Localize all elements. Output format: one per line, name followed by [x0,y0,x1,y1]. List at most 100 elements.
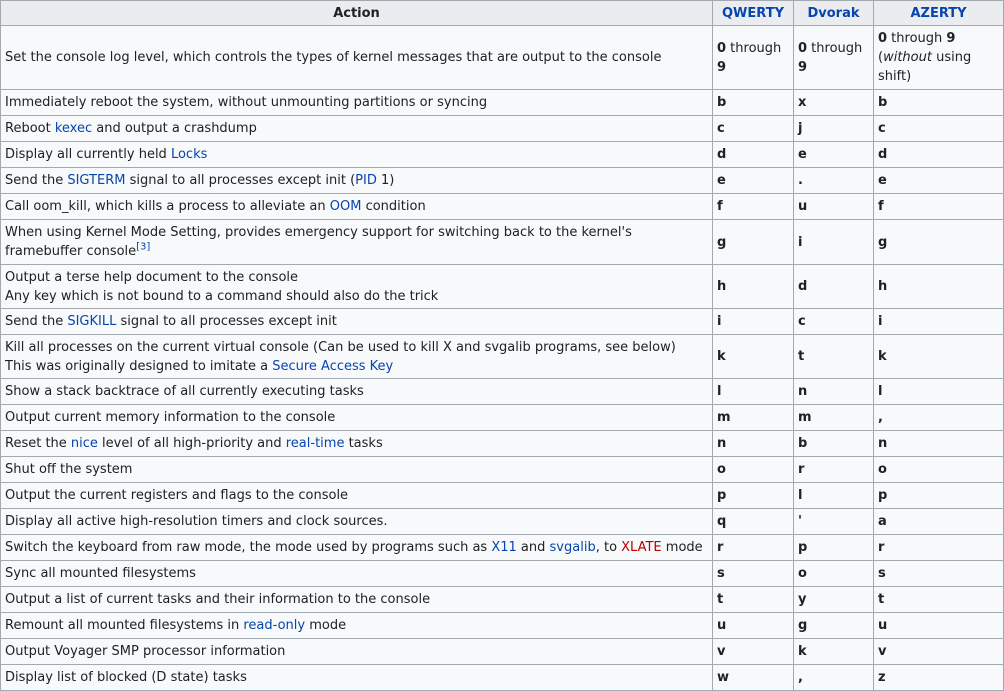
action-cell: Output Voyager SMP processor information [0,638,713,665]
qwerty-key-cell: v [712,638,794,665]
action-cell: Show a stack backtrace of all currently … [0,378,713,405]
header-qwerty[interactable]: QWERTY [712,0,794,26]
table-row: Reset the nice level of all high-priorit… [0,430,1004,457]
azerty-key-cell: g [873,219,1004,265]
sigkill-link[interactable]: SIGKILL [67,314,116,329]
action-cell: Display list of blocked (D state) tasks [0,664,713,691]
dvorak-key-cell: , [793,664,874,691]
qwerty-key-cell: i [712,308,794,335]
table-row: Output a terse help document to the cons… [0,264,1004,309]
action-text: mode [305,618,347,633]
table-row: Send the SIGKILL signal to all processes… [0,308,1004,335]
azerty-key-cell: h [873,264,1004,309]
table-row: Display all currently held Locks d e d [0,141,1004,168]
azerty-key-cell: s [873,560,1004,587]
table-row: Output a list of current tasks and their… [0,586,1004,613]
action-text: When using Kernel Mode Setting, provides… [5,225,632,259]
key-through: through [807,40,863,56]
table-row: Switch the keyboard from raw mode, the m… [0,534,1004,561]
azerty-key-cell: f [873,193,1004,220]
action-cell: Send the SIGKILL signal to all processes… [0,308,713,335]
locks-link[interactable]: Locks [171,147,207,162]
azerty-key-cell: t [873,586,1004,613]
header-dvorak[interactable]: Dvorak [793,0,874,26]
sigterm-link[interactable]: SIGTERM [67,173,125,188]
dvorak-key-cell: b [793,430,874,457]
action-text: Reset the [5,436,71,451]
secure-access-key-link[interactable]: Secure Access Key [272,359,393,374]
read-only-link[interactable]: read-only [243,618,305,633]
dvorak-key-cell: n [793,378,874,405]
dvorak-key-cell: t [793,334,874,379]
table-row: Display all active high-resolution timer… [0,508,1004,535]
key-to: 9 [946,31,956,46]
action-cell: Display all currently held Locks [0,141,713,168]
citation-link[interactable]: [3] [136,242,150,253]
table-row: Reboot kexec and output a crashdump c j … [0,115,1004,142]
xlate-redlink[interactable]: XLATE [621,540,662,555]
azerty-key-cell: i [873,308,1004,335]
header-azerty[interactable]: AZERTY [873,0,1004,26]
key-from: 0 [878,31,888,46]
action-text: Send the [5,173,68,188]
table-row: Set the console log level, which control… [0,25,1004,90]
kexec-link[interactable]: kexec [55,121,92,136]
table-row: Show a stack backtrace of all currently … [0,378,1004,405]
qwerty-key-cell: b [712,89,794,116]
table-row: Call oom_kill, which kills a process to … [0,193,1004,220]
dvorak-key-cell: p [793,534,874,561]
action-text: Reboot [5,121,55,136]
azerty-key-cell: p [873,482,1004,509]
dvorak-key-cell: e [793,141,874,168]
dvorak-key-cell: k [793,638,874,665]
azerty-key-cell: e [873,167,1004,194]
azerty-key-cell: n [873,430,1004,457]
table-row: Display list of blocked (D state) tasks … [0,664,1004,691]
azerty-key-cell: u [873,612,1004,639]
action-cell: Kill all processes on the current virtua… [0,334,713,379]
key-through: through [726,40,782,56]
action-cell: Remount all mounted filesystems in read-… [0,612,713,639]
qwerty-key-cell: n [712,430,794,457]
without-note: without [883,50,932,65]
action-cell: Call oom_kill, which kills a process to … [0,193,713,220]
azerty-key-cell: c [873,115,1004,142]
qwerty-key-cell: f [712,193,794,220]
action-text: condition [361,199,426,214]
action-cell: Reboot kexec and output a crashdump [0,115,713,142]
dvorak-key-cell: d [793,264,874,309]
key-from: 0 [717,40,727,56]
nice-link[interactable]: nice [71,436,98,451]
qwerty-key-cell: e [712,167,794,194]
action-cell: Output the current registers and flags t… [0,482,713,509]
x11-link[interactable]: X11 [491,540,516,555]
table-row: Kill all processes on the current virtua… [0,334,1004,379]
svgalib-link[interactable]: svgalib [550,540,596,555]
dvorak-key-cell: o [793,560,874,587]
azerty-key-cell: z [873,664,1004,691]
table-row: Sync all mounted filesystems s o s [0,560,1004,587]
dvorak-key-cell: y [793,586,874,613]
oom-link[interactable]: OOM [330,199,362,214]
qwerty-key-cell: h [712,264,794,309]
action-text: level of all high-priority and [97,436,286,451]
pid-link[interactable]: PID [355,173,377,188]
qwerty-key-cell: u [712,612,794,639]
dvorak-key-cell: ' [793,508,874,535]
action-line: This was originally designed to imitate … [5,357,708,376]
azerty-key-cell: , [873,404,1004,431]
dvorak-key-cell: . [793,167,874,194]
key-to: 9 [717,59,727,75]
action-text: Remount all mounted filesystems in [5,618,244,633]
azerty-key-cell: k [873,334,1004,379]
qwerty-key-cell: 0 through 9 [712,25,794,90]
qwerty-key-cell: s [712,560,794,587]
action-text: signal to all processes except init ( [125,173,356,188]
action-text: Switch the keyboard from raw mode, the m… [5,540,492,555]
dvorak-key-cell: m [793,404,874,431]
action-line: Output a terse help document to the cons… [5,269,299,285]
table-row: Output Voyager SMP processor information… [0,638,1004,665]
real-time-link[interactable]: real-time [286,436,345,451]
dvorak-key-cell: g [793,612,874,639]
qwerty-key-cell: m [712,404,794,431]
